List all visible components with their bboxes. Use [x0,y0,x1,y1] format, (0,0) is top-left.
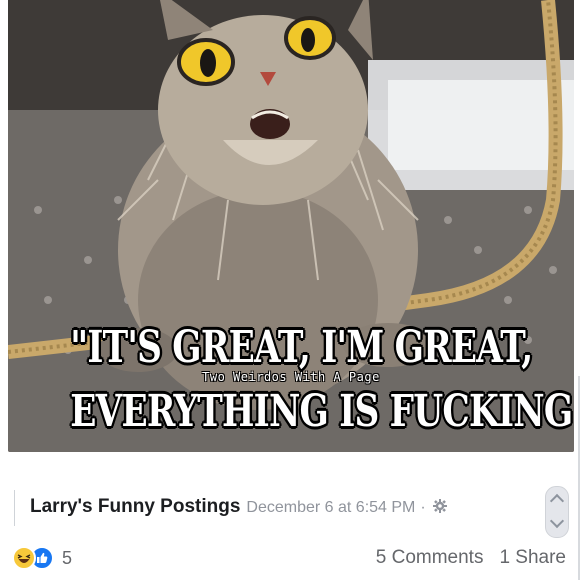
chevron-down-icon[interactable] [549,513,565,529]
meme-watermark: Two Weirdos With A Page [202,370,380,384]
left-divider [14,490,15,526]
meme-caption-bottom: EVERYTHING IS FUCKING GREAT!!" [70,386,574,437]
post-meta: Larry's Funny Postings December 6 at 6:5… [30,496,447,518]
gear-icon[interactable] [432,499,447,513]
post-image[interactable]: "IT'S GREAT, I'M GREAT, Two Weirdos With… [8,0,574,452]
comments-count-link[interactable]: 5 Comments [376,547,484,569]
post-timestamp[interactable]: December 6 at 6:54 PM [246,499,415,517]
reactions-summary[interactable]: 5 [12,546,72,570]
page-name-link[interactable]: Larry's Funny Postings [30,496,240,518]
haha-reaction-icon [12,546,36,570]
chevron-up-icon[interactable] [549,493,565,509]
shares-count-link[interactable]: 1 Share [499,547,566,569]
wet-cat-photo [8,0,574,452]
scroll-control[interactable] [545,486,569,538]
meta-separator: · [420,499,426,516]
meme-caption-top: "IT'S GREAT, I'M GREAT, [70,322,533,373]
reaction-count: 5 [62,547,73,568]
post-stats: 5 Comments 1 Share [376,547,566,569]
